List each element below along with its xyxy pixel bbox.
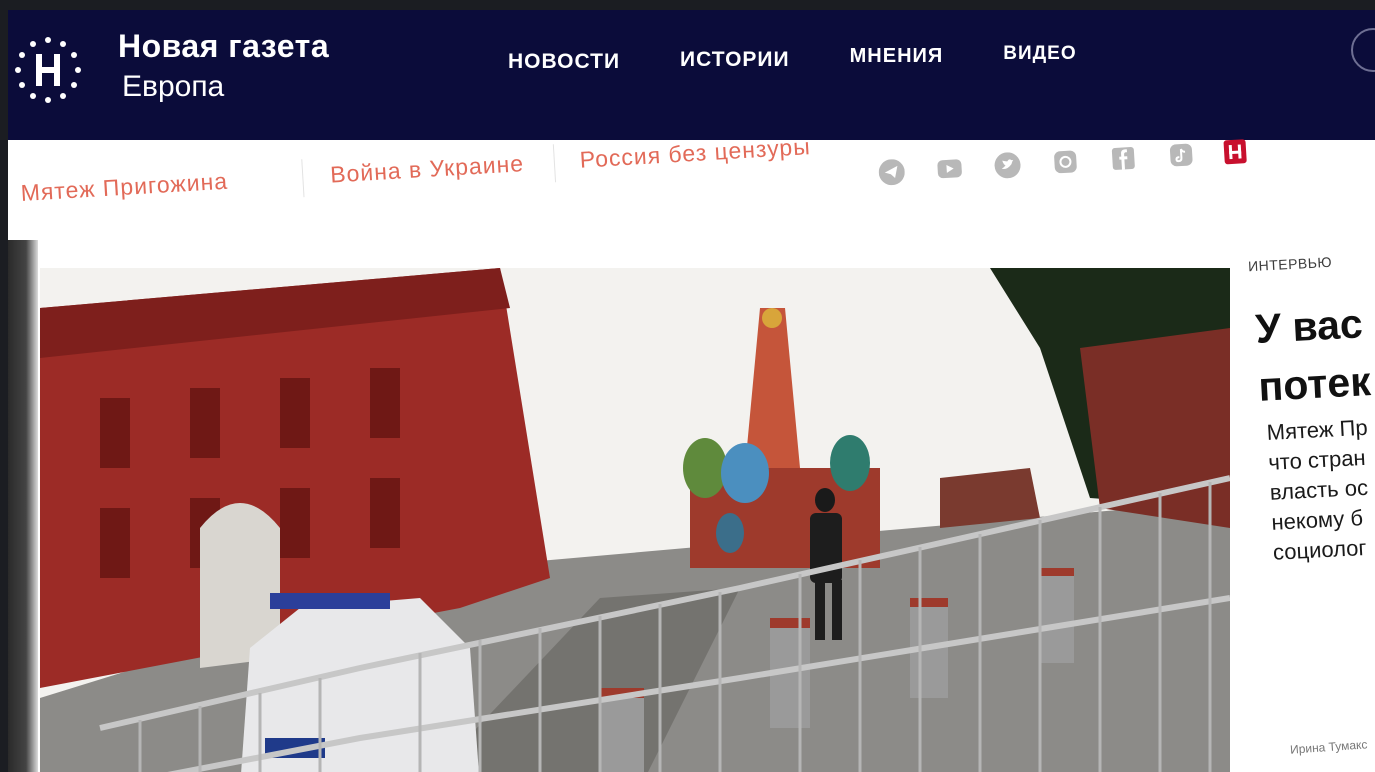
side-article[interactable]: ИНТЕРВЬЮ У вас с потек Мятеж Пр что стра… <box>1230 220 1375 772</box>
nav-stories[interactable]: ИСТОРИИ <box>680 48 790 74</box>
nav-video[interactable]: ВИДЕО <box>1003 43 1076 74</box>
nav-opinions[interactable]: МНЕНИЯ <box>850 45 944 74</box>
topic-prigozhin[interactable]: Мятеж Пригожина <box>20 168 229 207</box>
lead-line: социолог <box>1272 534 1368 565</box>
article-headline[interactable]: У вас с потек <box>1254 293 1375 416</box>
article-lead: Мятеж Пр что стран власть ос некому б со… <box>1266 413 1375 568</box>
headline-line: потек <box>1257 358 1372 410</box>
logo-title[interactable]: Новая газета <box>118 28 329 65</box>
topics-bar: Мятеж Пригожина Война в Украине Россия б… <box>20 131 842 240</box>
article-author[interactable]: Ирина Тумакс <box>1290 737 1368 756</box>
telegram-icon[interactable] <box>878 158 905 186</box>
hero-image <box>40 268 1230 772</box>
browser-screen: Новая газета Европа НОВОСТИ ИСТОРИИ МНЕН… <box>8 10 1375 772</box>
twitter-icon[interactable] <box>994 152 1021 179</box>
logo-subtitle[interactable]: Европа <box>122 70 224 104</box>
topic-divider <box>552 144 557 183</box>
nav-news[interactable]: НОВОСТИ <box>508 50 620 74</box>
novaya-gazeta-icon[interactable] <box>1221 138 1248 165</box>
logo-icon[interactable] <box>12 34 84 106</box>
instagram-icon[interactable] <box>1052 148 1079 175</box>
site-header: Новая газета Европа НОВОСТИ ИСТОРИИ МНЕН… <box>8 10 1375 140</box>
search-icon[interactable] <box>1351 28 1375 72</box>
tiktok-icon[interactable] <box>1167 141 1194 168</box>
topic-divider <box>301 159 305 198</box>
topic-ukraine[interactable]: Война в Украине <box>329 150 524 188</box>
article-tag: ИНТЕРВЬЮ <box>1247 253 1333 275</box>
hero-photo[interactable] <box>40 268 1230 772</box>
youtube-icon[interactable] <box>936 155 963 182</box>
headline-line: У вас с <box>1254 298 1375 352</box>
social-links <box>878 139 1247 200</box>
screen-edge <box>8 240 38 772</box>
main-nav: НОВОСТИ ИСТОРИИ МНЕНИЯ ВИДЕО <box>508 43 1077 74</box>
facebook-icon[interactable] <box>1110 145 1137 172</box>
